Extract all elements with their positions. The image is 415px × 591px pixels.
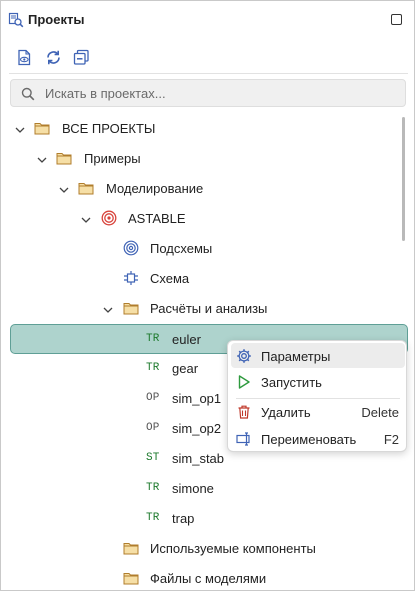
collapse-all-button[interactable]: [71, 47, 91, 67]
analysis-item-label: sim_stab: [172, 451, 225, 466]
menu-item-shortcut: F2: [383, 432, 399, 447]
folder-icon: [123, 570, 139, 586]
analysis-item-label: sim_op2: [172, 421, 222, 436]
context-menu: Параметры Запустить Удалить Delete Переи…: [227, 340, 407, 452]
search-box[interactable]: [10, 79, 406, 107]
maximize-button[interactable]: [391, 14, 402, 25]
project-target-icon: [101, 210, 117, 226]
collapse-all-icon: [73, 49, 89, 65]
menu-item-run[interactable]: Запустить: [231, 369, 405, 394]
chevron-down-icon[interactable]: [59, 183, 69, 193]
rename-icon: [236, 431, 252, 447]
tree-node-label: Файлы с моделями: [150, 571, 267, 586]
tree-node-used-components[interactable]: Используемые компоненты: [1, 533, 401, 563]
menu-item-delete[interactable]: Удалить Delete: [231, 399, 405, 424]
analysis-item-label: trap: [172, 511, 195, 526]
tree-node-astable[interactable]: ASTABLE: [1, 203, 401, 233]
folder-icon: [123, 540, 139, 556]
tree-node-all-projects[interactable]: ВСЕ ПРОЕКТЫ: [1, 113, 401, 143]
tree-node-label: Подсхемы: [150, 241, 213, 256]
folder-icon: [123, 300, 139, 316]
analysis-type-tag: OP: [146, 392, 160, 404]
chevron-down-icon[interactable]: [37, 153, 47, 163]
open-project-button[interactable]: [15, 47, 35, 67]
tree-node-label: Схема: [150, 271, 190, 286]
panel-title: Проекты: [28, 12, 85, 27]
divider: [9, 73, 408, 74]
analysis-item-label: gear: [172, 361, 199, 376]
search-input[interactable]: [45, 84, 395, 103]
chevron-down-icon[interactable]: [15, 123, 25, 133]
tree-node-model-files[interactable]: Файлы с моделями: [1, 563, 401, 590]
folder-icon: [34, 120, 50, 136]
search-icon: [21, 87, 35, 101]
tree-node-label: Моделирование: [106, 181, 204, 196]
analysis-item-label: simone: [172, 481, 214, 496]
analysis-item-label: sim_op1: [172, 391, 222, 406]
tree-node-label: ASTABLE: [128, 211, 186, 226]
tree-node-label: ВСЕ ПРОЕКТЫ: [62, 121, 156, 136]
analysis-item-label: euler: [172, 332, 201, 347]
menu-item-rename[interactable]: Переименовать F2: [231, 426, 405, 451]
menu-item-shortcut: Delete: [361, 405, 399, 420]
document-eye-icon: [18, 49, 31, 65]
tree-node-label: Используемые компоненты: [150, 541, 316, 556]
refresh-icon: [46, 50, 60, 64]
analysis-type-tag: OP: [146, 422, 160, 434]
analysis-type-tag: ST: [146, 452, 160, 464]
menu-item-label: Переименовать: [261, 432, 357, 447]
menu-item-parameters[interactable]: Параметры: [231, 343, 405, 368]
gear-icon: [236, 348, 252, 364]
schematic-icon: [123, 270, 139, 286]
menu-item-label: Запустить: [261, 375, 322, 390]
tree-node-label: Примеры: [84, 151, 141, 166]
projects-search-icon: [8, 12, 24, 28]
chevron-down-icon[interactable]: [103, 303, 113, 313]
toolbar: [1, 43, 414, 71]
play-icon: [236, 374, 252, 390]
tree-node-analyses[interactable]: Расчёты и анализы: [1, 293, 401, 323]
analysis-type-tag: TR: [146, 362, 160, 374]
chevron-down-icon[interactable]: [81, 213, 91, 223]
folder-icon: [56, 150, 72, 166]
vertical-scrollbar[interactable]: [402, 117, 405, 241]
tree-node-subcircuits[interactable]: Подсхемы: [1, 233, 401, 263]
analysis-item-simone[interactable]: TR simone: [1, 473, 401, 503]
analysis-type-tag: TR: [146, 512, 160, 524]
analysis-type-tag: TR: [146, 482, 160, 494]
analysis-item-trap[interactable]: TR trap: [1, 503, 401, 533]
folder-icon: [78, 180, 94, 196]
refresh-button[interactable]: [43, 47, 63, 67]
menu-item-label: Удалить: [261, 405, 311, 420]
analysis-type-tag: TR: [146, 333, 160, 345]
tree-node-examples[interactable]: Примеры: [1, 143, 401, 173]
subcircuit-spiral-icon: [123, 240, 139, 256]
menu-item-label: Параметры: [261, 349, 331, 364]
tree-node-modeling[interactable]: Моделирование: [1, 173, 401, 203]
tree-node-schematic[interactable]: Схема: [1, 263, 401, 293]
trash-icon: [236, 404, 252, 420]
tree-node-label: Расчёты и анализы: [150, 301, 268, 316]
projects-panel: Проекты Искать в проектах... ВСЕ ПРОЕКТЫ…: [0, 0, 415, 591]
title-bar: Проекты: [1, 1, 414, 37]
